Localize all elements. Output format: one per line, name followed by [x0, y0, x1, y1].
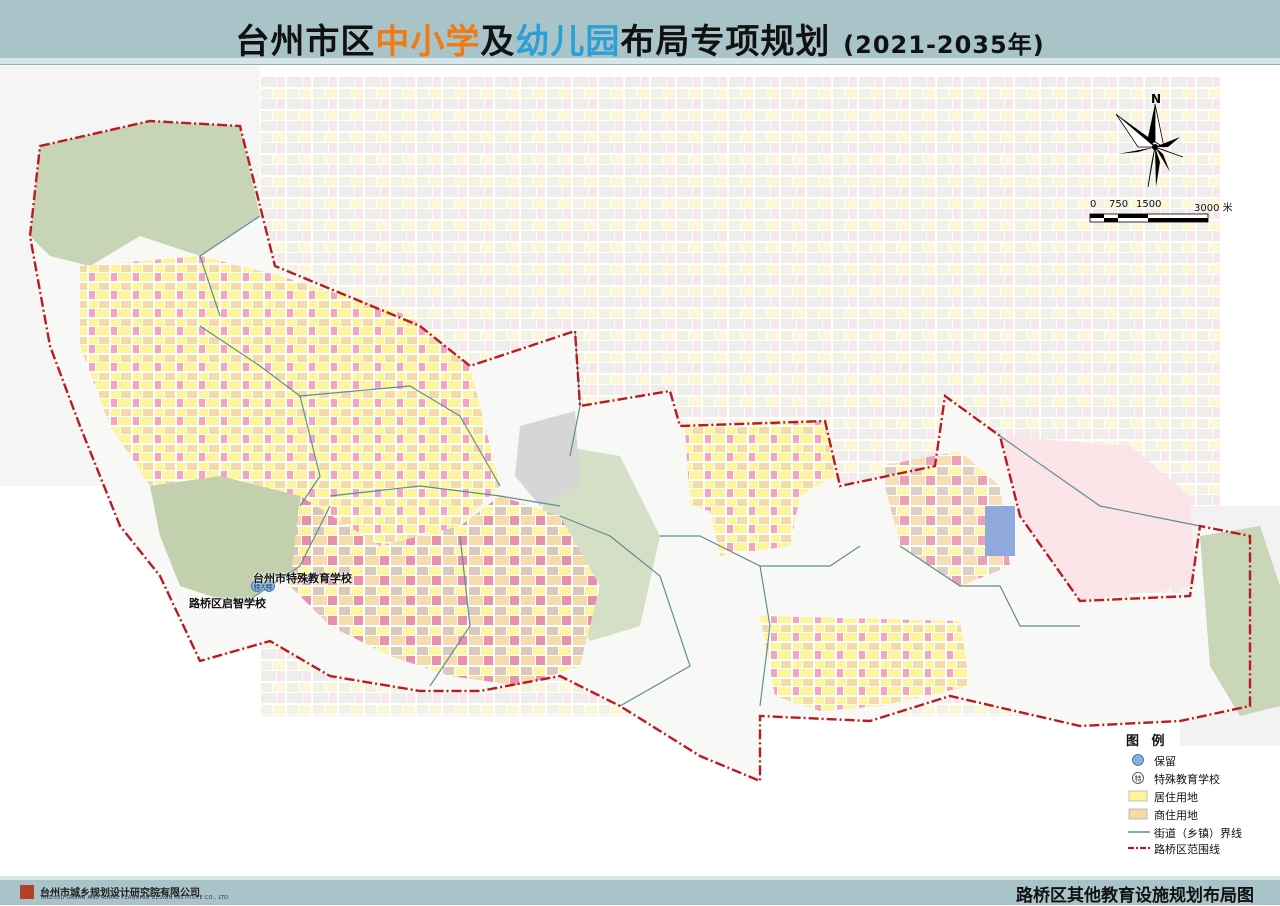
scale-bar: [1089, 213, 1209, 223]
legend-label-retain: 保留: [1154, 755, 1176, 768]
legend-label-commercial-residential: 商住用地: [1154, 809, 1198, 822]
street-boundary-line-icon: [1128, 831, 1150, 833]
title-part-2: 中小学: [375, 22, 481, 62]
title-part-4: 幼儿园: [515, 22, 621, 62]
title-part-1: 台州市区: [235, 22, 376, 62]
organization-name-en: TAIZHOU URBAN AND RURAL PLANNING DESIGN …: [40, 895, 231, 901]
school-label-taizhou-special: 台州市特殊教育学校: [253, 572, 352, 585]
legend-title: 图 例: [1126, 734, 1169, 749]
commercial-residential-swatch-icon: [1128, 808, 1148, 820]
title-year: (2021-2035年): [843, 31, 1045, 59]
title-part-3: 及: [480, 22, 516, 62]
special-school-icon: 特: [1132, 772, 1144, 784]
legend-item-residential: 居住用地: [1126, 788, 1276, 804]
retain-circle-icon: [1132, 754, 1144, 766]
map-title: 路桥区其他教育设施规划布局图: [1016, 886, 1254, 906]
water-body-east: [985, 506, 1015, 556]
map-canvas[interactable]: 特 特: [0, 66, 1280, 880]
page-title: 台州市区中小学及幼儿园布局专项规划 (2021-2035年): [0, 14, 1280, 63]
legend-item-commercial-residential: 商住用地: [1126, 806, 1276, 822]
legend-item-retain: 保留: [1126, 752, 1276, 768]
legend-label-special-school: 特殊教育学校: [1154, 773, 1220, 786]
legend-item-district-boundary: 路桥区范围线: [1126, 840, 1276, 856]
title-part-6: 专项规划: [690, 22, 831, 62]
district-boundary-line-icon: [1128, 846, 1150, 850]
north-arrow-icon: [1115, 103, 1184, 188]
map-svg: 特 特: [0, 66, 1280, 783]
legend-label-residential: 居住用地: [1154, 791, 1198, 804]
legend-label-street-boundary: 街道（乡镇）界线: [1154, 827, 1242, 840]
legend-item-special-school: 特 特殊教育学校: [1126, 770, 1276, 786]
special-school-icon-glyph: 特: [1135, 774, 1142, 783]
legend-item-street-boundary: 街道（乡镇）界线: [1126, 824, 1276, 840]
school-label-qizhi: 路桥区启智学校: [189, 597, 266, 610]
title-part-5: 布局: [620, 22, 691, 62]
legend-label-district-boundary: 路桥区范围线: [1154, 843, 1220, 856]
organization-logo-icon: [20, 885, 34, 899]
legend: 图 例 保留 特 特殊教育学校 居住用地 商住用地 街道（乡镇）界线 路桥区范围…: [1126, 730, 1276, 856]
residential-swatch-icon: [1128, 790, 1148, 802]
